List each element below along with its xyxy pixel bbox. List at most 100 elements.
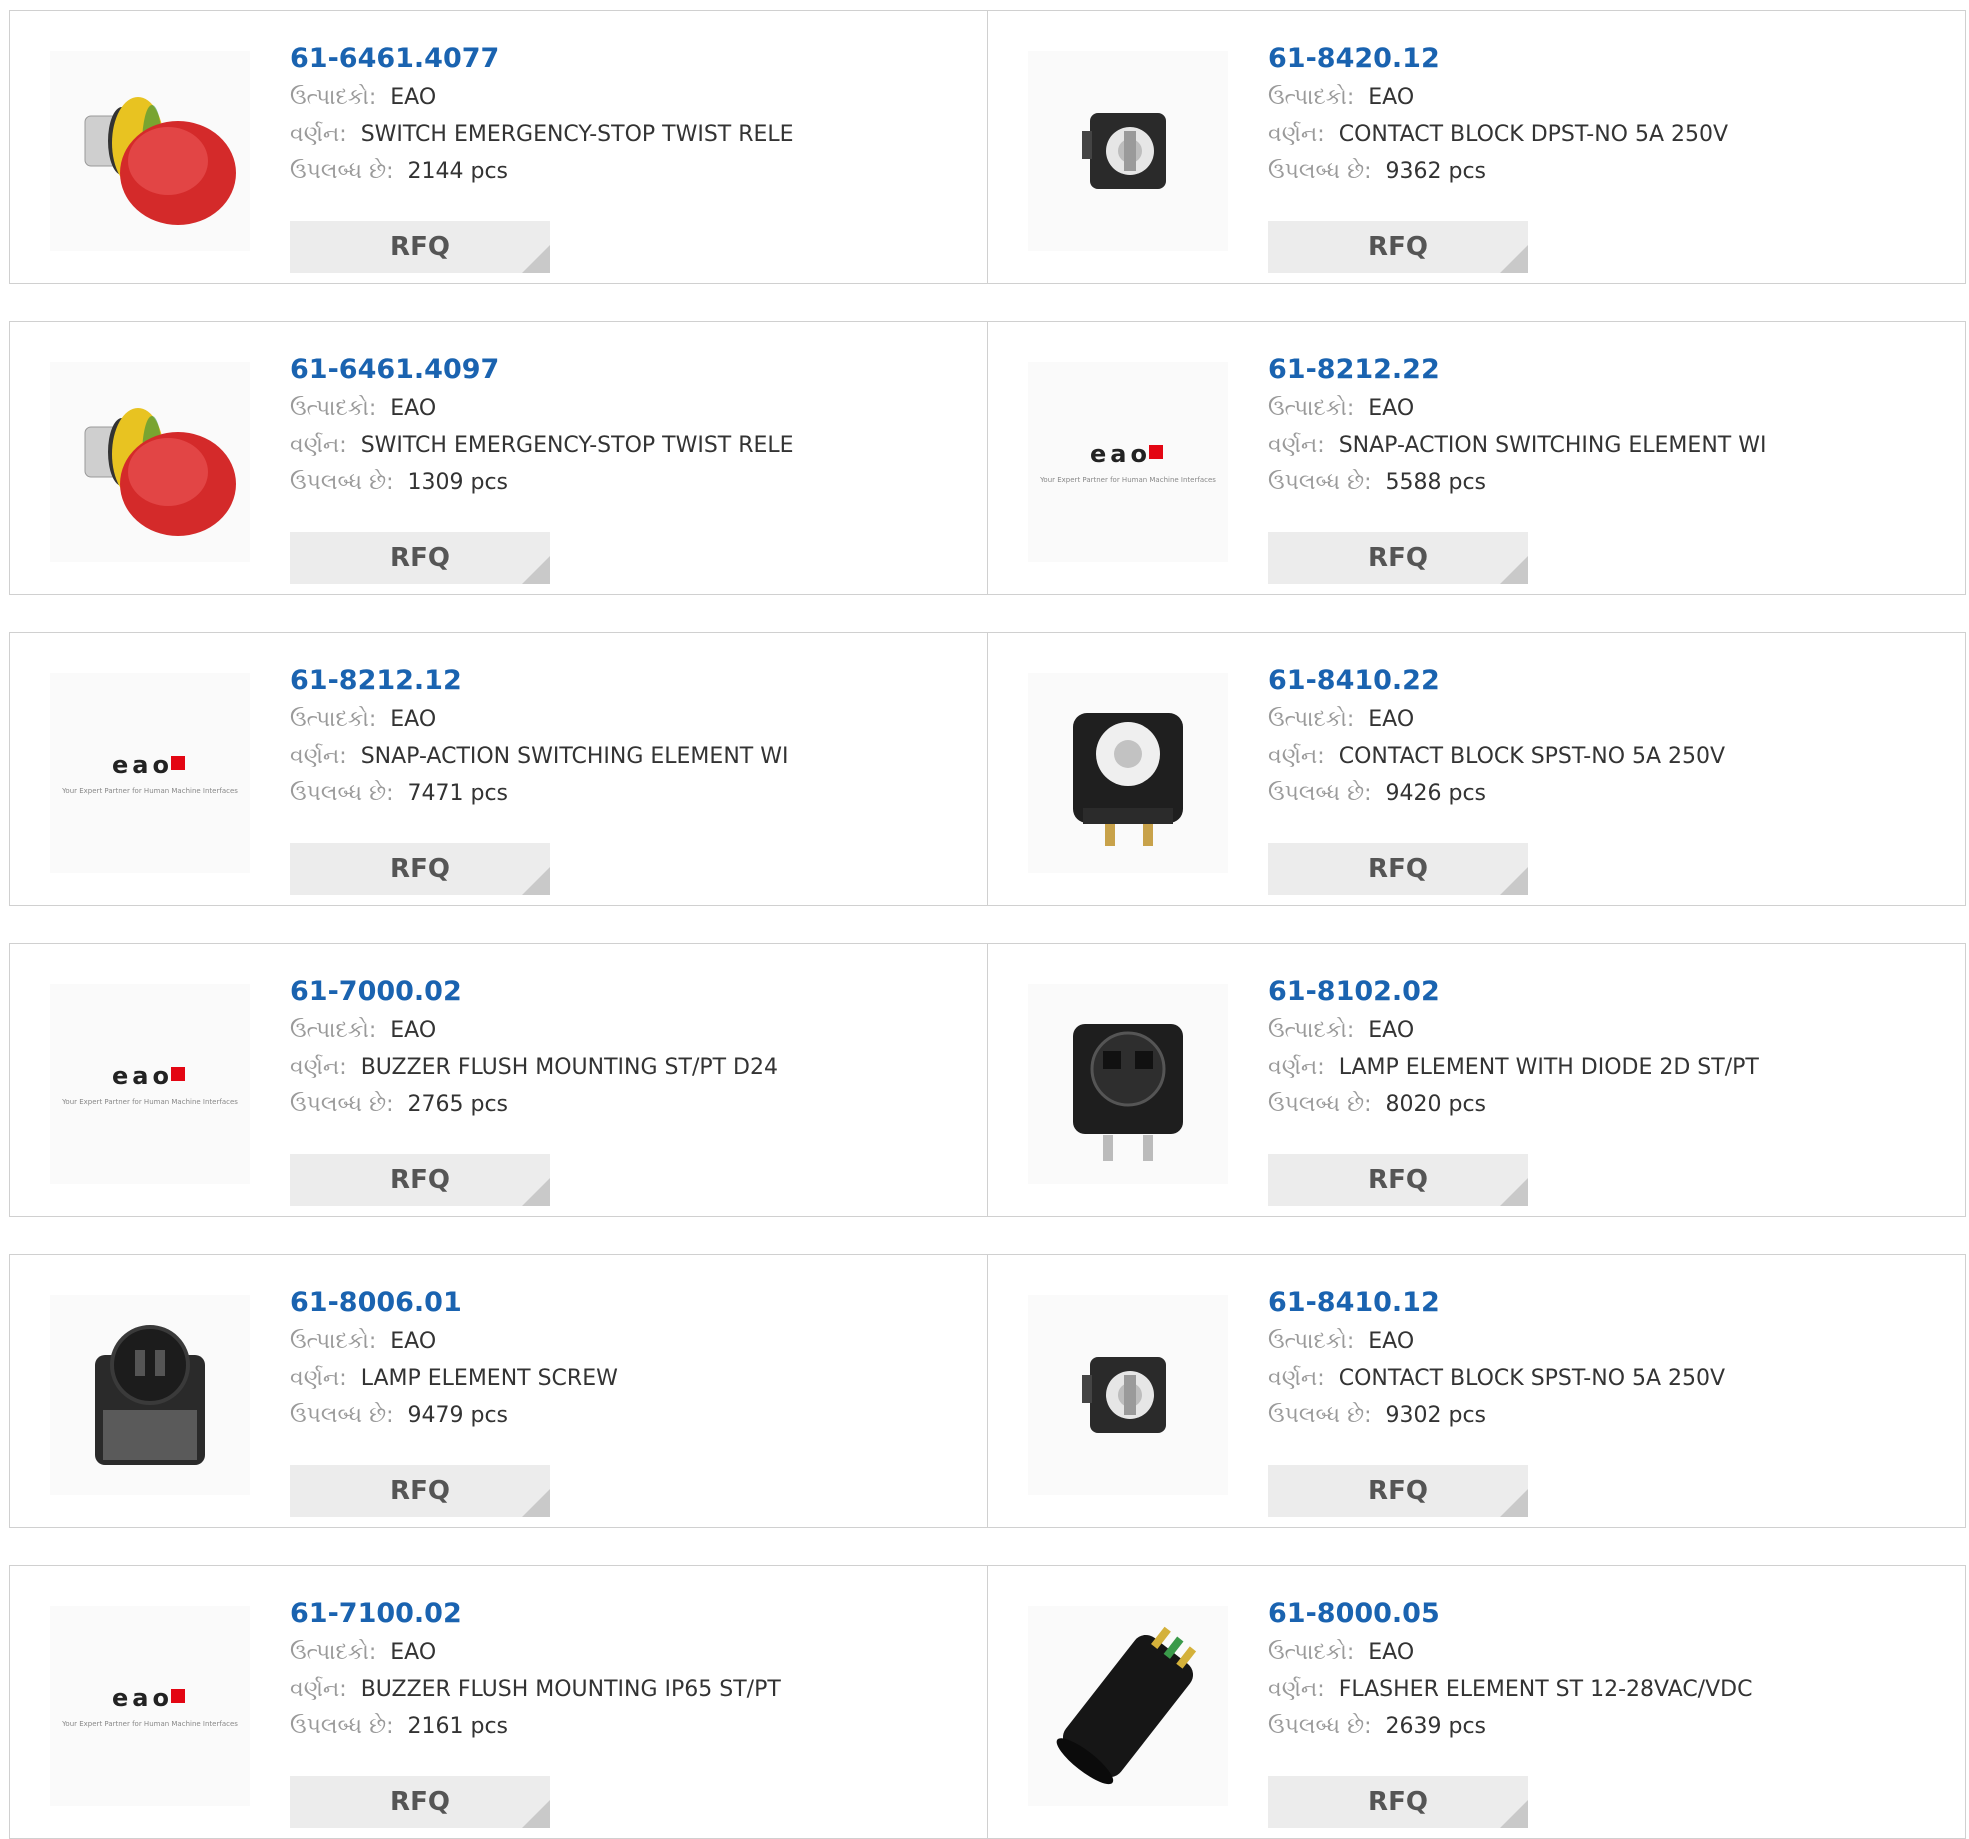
product-thumbnail[interactable] bbox=[1028, 1295, 1228, 1495]
rfq-button[interactable]: RFQ bbox=[290, 532, 550, 584]
stock-row: ઉપલબ્ધ છે: 8020 pcs bbox=[1268, 1086, 1928, 1123]
flasher-element-image bbox=[1056, 1626, 1197, 1785]
manufacturer-value: EAO bbox=[390, 85, 437, 110]
product-thumbnail[interactable] bbox=[50, 1295, 250, 1495]
part-number-link[interactable]: 61-8410.22 bbox=[1268, 661, 1928, 701]
product-card: 61-8410.22 ઉત્પાદકો: EAO વર્ણન: CONTACT BL… bbox=[987, 632, 1966, 906]
rfq-button[interactable]: RFQ bbox=[1268, 843, 1528, 895]
rfq-label: RFQ bbox=[390, 854, 450, 884]
eao-tagline: Your Expert Partner for Human Machine In… bbox=[61, 787, 238, 795]
corner-triangle-icon bbox=[522, 245, 550, 273]
eao-logo-square bbox=[171, 1067, 185, 1081]
description-value: SNAP-ACTION SWITCHING ELEMENT WI bbox=[360, 744, 789, 769]
eao-logo-image: eao Your Expert Partner for Human Machin… bbox=[61, 1684, 238, 1728]
description-value: CONTACT BLOCK SPST-NO 5A 250V bbox=[1338, 744, 1726, 769]
rfq-button[interactable]: RFQ bbox=[290, 843, 550, 895]
manufacturer-value: EAO bbox=[1368, 1329, 1415, 1354]
part-number-link[interactable]: 61-8102.02 bbox=[1268, 972, 1928, 1012]
rfq-button[interactable]: RFQ bbox=[1268, 532, 1528, 584]
product-row: 61-6461.4077 ઉત્પાદકો: EAO વર્ણન: SWITCH E… bbox=[9, 10, 1966, 284]
manufacturer-label: ઉત્પાદકો: bbox=[290, 85, 377, 110]
product-thumbnail[interactable]: eao Your Expert Partner for Human Machin… bbox=[50, 1606, 250, 1806]
rfq-button[interactable]: RFQ bbox=[1268, 1465, 1528, 1517]
product-row: eao Your Expert Partner for Human Machin… bbox=[9, 1565, 1966, 1839]
description-row: વર્ણન: SWITCH EMERGENCY-STOP TWIST RELE bbox=[290, 427, 950, 464]
rfq-button[interactable]: RFQ bbox=[290, 1465, 550, 1517]
stock-row: ઉપલબ્ધ છે: 9426 pcs bbox=[1268, 775, 1928, 812]
product-thumbnail[interactable]: eao Your Expert Partner for Human Machin… bbox=[1028, 362, 1228, 562]
eao-logo-square bbox=[1149, 445, 1163, 459]
product-info: 61-8000.05 ઉત્પાદકો: EAO વર્ણન: FLASHER EL… bbox=[1268, 1594, 1928, 1828]
manufacturer-label: ઉત્પાદકો: bbox=[290, 396, 377, 421]
product-thumbnail[interactable] bbox=[50, 362, 250, 562]
description-label: વર્ણન: bbox=[1268, 1677, 1325, 1702]
emergency-stop-image bbox=[84, 408, 236, 536]
manufacturer-label: ઉત્પાદકો: bbox=[1268, 707, 1355, 732]
emergency-stop-image bbox=[84, 97, 236, 225]
rfq-label: RFQ bbox=[390, 1787, 450, 1817]
product-thumbnail[interactable] bbox=[1028, 673, 1228, 873]
stock-label: ઉપલબ્ધ છે: bbox=[290, 159, 394, 184]
rfq-button[interactable]: RFQ bbox=[290, 221, 550, 273]
rfq-label: RFQ bbox=[390, 1165, 450, 1195]
rfq-label: RFQ bbox=[390, 1476, 450, 1506]
rfq-button[interactable]: RFQ bbox=[290, 1154, 550, 1206]
product-thumbnail[interactable] bbox=[1028, 984, 1228, 1184]
stock-value: 7471 pcs bbox=[407, 781, 509, 806]
stock-label: ઉપલબ્ધ છે: bbox=[290, 781, 394, 806]
manufacturer-row: ઉત્પાદકો: EAO bbox=[1268, 390, 1928, 427]
rfq-button[interactable]: RFQ bbox=[1268, 1154, 1528, 1206]
part-number-link[interactable]: 61-7000.02 bbox=[290, 972, 950, 1012]
manufacturer-label: ઉત્પાદકો: bbox=[1268, 1640, 1355, 1665]
rfq-button[interactable]: RFQ bbox=[290, 1776, 550, 1828]
product-thumbnail[interactable] bbox=[50, 51, 250, 251]
description-label: વર્ણન: bbox=[290, 744, 347, 769]
part-number-link[interactable]: 61-8000.05 bbox=[1268, 1594, 1928, 1634]
manufacturer-value: EAO bbox=[390, 1329, 437, 1354]
stock-value: 2639 pcs bbox=[1385, 1714, 1487, 1739]
part-number-link[interactable]: 61-8410.12 bbox=[1268, 1283, 1928, 1323]
stock-row: ઉપલબ્ધ છે: 2144 pcs bbox=[290, 153, 950, 190]
product-card: 61-8420.12 ઉત્પાદકો: EAO વર્ણન: CONTACT BL… bbox=[987, 10, 1966, 284]
rfq-label: RFQ bbox=[1368, 232, 1428, 262]
product-thumbnail[interactable]: eao Your Expert Partner for Human Machin… bbox=[50, 984, 250, 1184]
lamp-element-image bbox=[95, 1325, 205, 1465]
stock-value: 9426 pcs bbox=[1385, 781, 1487, 806]
part-number-link[interactable]: 61-8006.01 bbox=[290, 1283, 950, 1323]
manufacturer-row: ઉત્પાદકો: EAO bbox=[1268, 701, 1928, 738]
product-row: 61-6461.4097 ઉત્પાદકો: EAO વર્ણન: SWITCH E… bbox=[9, 321, 1966, 595]
product-thumbnail[interactable] bbox=[1028, 51, 1228, 251]
stock-value: 2144 pcs bbox=[407, 159, 509, 184]
part-number-link[interactable]: 61-8212.12 bbox=[290, 661, 950, 701]
product-card: 61-8410.12 ઉત્પાદકો: EAO વર્ણન: CONTACT BL… bbox=[987, 1254, 1966, 1528]
description-value: CONTACT BLOCK DPST-NO 5A 250V bbox=[1338, 122, 1729, 147]
rfq-button[interactable]: RFQ bbox=[1268, 221, 1528, 273]
eao-logo-text: eao bbox=[112, 751, 173, 779]
corner-triangle-icon bbox=[522, 1800, 550, 1828]
product-thumbnail[interactable]: eao Your Expert Partner for Human Machin… bbox=[50, 673, 250, 873]
description-row: વર્ણન: BUZZER FLUSH MOUNTING IP65 ST/PT bbox=[290, 1671, 950, 1708]
product-info: 61-8420.12 ઉત્પાદકો: EAO વર્ણન: CONTACT BL… bbox=[1268, 39, 1928, 273]
manufacturer-label: ઉત્પાદકો: bbox=[290, 707, 377, 732]
part-number-link[interactable]: 61-8420.12 bbox=[1268, 39, 1928, 79]
description-value: SWITCH EMERGENCY-STOP TWIST RELE bbox=[360, 122, 794, 147]
eao-logo-text: eao bbox=[112, 1684, 173, 1712]
description-label: વર્ણન: bbox=[290, 433, 347, 458]
stock-value: 5588 pcs bbox=[1385, 470, 1487, 495]
manufacturer-value: EAO bbox=[390, 707, 437, 732]
eao-logo-image: eao Your Expert Partner for Human Machin… bbox=[61, 1062, 238, 1106]
part-number-link[interactable]: 61-7100.02 bbox=[290, 1594, 950, 1634]
manufacturer-row: ઉત્પાદકો: EAO bbox=[290, 1323, 950, 1360]
part-number-link[interactable]: 61-8212.22 bbox=[1268, 350, 1928, 390]
rfq-button[interactable]: RFQ bbox=[1268, 1776, 1528, 1828]
corner-triangle-icon bbox=[1500, 1178, 1528, 1206]
product-thumbnail[interactable] bbox=[1028, 1606, 1228, 1806]
part-number-link[interactable]: 61-6461.4077 bbox=[290, 39, 950, 79]
part-number-link[interactable]: 61-6461.4097 bbox=[290, 350, 950, 390]
manufacturer-label: ઉત્પાદકો: bbox=[1268, 396, 1355, 421]
stock-row: ઉપલબ્ધ છે: 2161 pcs bbox=[290, 1708, 950, 1745]
eao-logo-text: eao bbox=[112, 1062, 173, 1090]
rfq-label: RFQ bbox=[1368, 1476, 1428, 1506]
description-value: SWITCH EMERGENCY-STOP TWIST RELE bbox=[360, 433, 794, 458]
manufacturer-value: EAO bbox=[390, 396, 437, 421]
